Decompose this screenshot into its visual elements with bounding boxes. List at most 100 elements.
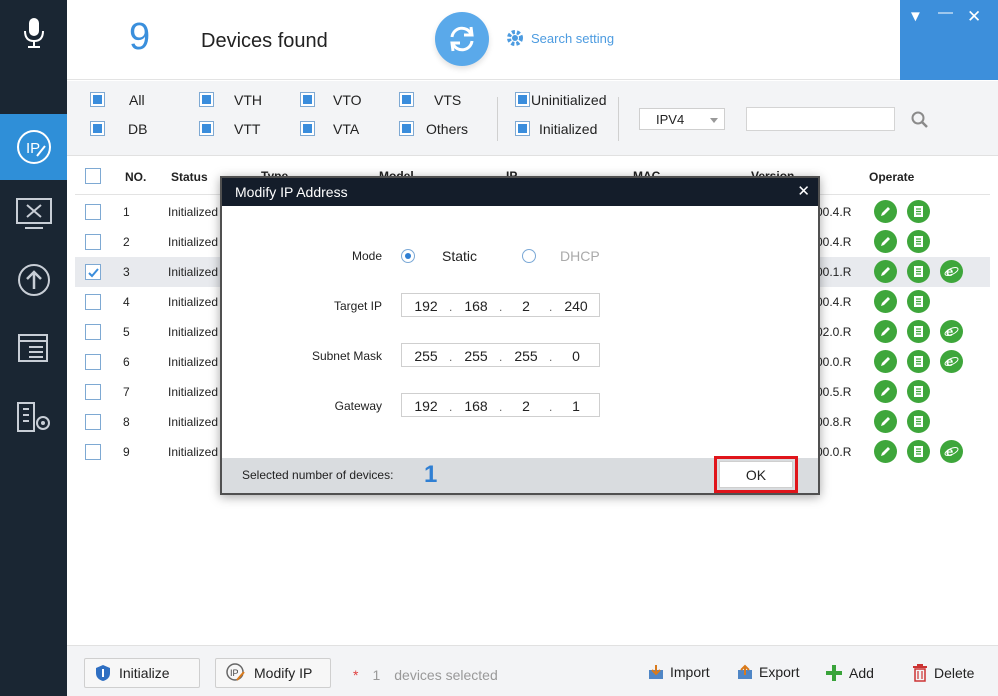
filter-vth-checkbox[interactable] <box>199 92 214 107</box>
edit-device-button[interactable] <box>874 410 897 433</box>
select-all-checkbox[interactable] <box>85 168 101 184</box>
filter-uninitialized-checkbox[interactable] <box>515 92 530 107</box>
row-checkbox[interactable] <box>85 204 101 220</box>
row-checkbox[interactable] <box>85 324 101 340</box>
device-details-button[interactable] <box>907 260 930 283</box>
filter-vtt-checkbox[interactable] <box>199 121 214 136</box>
ip-octet[interactable]: 168 <box>456 398 496 414</box>
gateway-field[interactable]: 192. 168. 2. 1 <box>401 393 600 417</box>
ip-octet[interactable]: 2 <box>506 398 546 414</box>
document-icon <box>914 266 923 277</box>
minimize-icon[interactable]: — <box>938 4 953 21</box>
filter-initialized-checkbox[interactable] <box>515 121 530 136</box>
device-details-button[interactable] <box>907 290 930 313</box>
row-no: 3 <box>123 265 130 279</box>
search-setting-label: Search setting <box>531 30 615 46</box>
ip-octet[interactable]: 192 <box>406 398 446 414</box>
upload-icon <box>17 264 50 296</box>
row-status: Initialized <box>168 385 219 399</box>
close-icon[interactable]: ✕ <box>967 7 981 27</box>
filter-others-checkbox[interactable] <box>399 121 414 136</box>
dialog-close-icon[interactable]: ✕ <box>797 182 810 200</box>
voice-tool-button[interactable] <box>0 0 67 66</box>
refresh-button[interactable] <box>435 12 489 66</box>
filter-vto-checkbox[interactable] <box>300 92 315 107</box>
row-version: 00.5.R <box>816 385 852 399</box>
search-icon[interactable] <box>910 110 930 130</box>
filter-vta-checkbox[interactable] <box>300 121 315 136</box>
export-button[interactable]: Export <box>737 664 799 680</box>
initialize-button[interactable]: Initialize <box>84 658 200 688</box>
device-details-button[interactable] <box>907 230 930 253</box>
ip-octet[interactable]: 1 <box>556 398 596 414</box>
ip-octet[interactable]: 2 <box>506 298 546 314</box>
edit-device-button[interactable] <box>874 320 897 343</box>
row-status: Initialized <box>168 445 219 459</box>
ok-button[interactable]: OK <box>719 461 793 488</box>
row-checkbox[interactable] <box>85 294 101 310</box>
menu-down-icon[interactable]: ▼ <box>908 8 923 25</box>
row-checkbox[interactable] <box>85 354 101 370</box>
filter-all-checkbox[interactable] <box>90 92 105 107</box>
row-status: Initialized <box>168 325 219 339</box>
device-config-button[interactable] <box>0 384 67 450</box>
search-setting-link[interactable]: Search setting <box>505 28 614 48</box>
target-ip-field[interactable]: 192. 168. 2. 240 <box>401 293 600 317</box>
delete-button[interactable]: Delete <box>912 664 974 682</box>
browser-icon: e <box>944 444 959 459</box>
modify-ip-button[interactable]: IP Modify IP <box>215 658 331 688</box>
search-input[interactable] <box>746 107 895 131</box>
row-checkbox[interactable] <box>85 384 101 400</box>
edit-device-button[interactable] <box>874 260 897 283</box>
row-no: 8 <box>123 415 130 429</box>
system-settings-button[interactable] <box>0 181 67 247</box>
edit-device-button[interactable] <box>874 230 897 253</box>
open-web-button[interactable]: e <box>940 260 963 283</box>
device-details-button[interactable] <box>907 350 930 373</box>
open-web-button[interactable]: e <box>940 440 963 463</box>
ip-octet[interactable]: 255 <box>456 348 496 364</box>
edit-device-button[interactable] <box>874 380 897 403</box>
device-details-button[interactable] <box>907 440 930 463</box>
filter-vts-checkbox[interactable] <box>399 92 414 107</box>
ip-octet[interactable]: 255 <box>506 348 546 364</box>
device-details-button[interactable] <box>907 410 930 433</box>
mode-dhcp-radio[interactable] <box>522 249 536 263</box>
edit-device-button[interactable] <box>874 290 897 313</box>
filter-vta-label: VTA <box>333 121 360 137</box>
ip-version-select[interactable]: IPV4 <box>639 108 725 130</box>
row-checkbox[interactable] <box>85 234 101 250</box>
row-checkbox[interactable] <box>85 444 101 460</box>
row-checkbox[interactable] <box>85 264 101 280</box>
open-web-button[interactable]: e <box>940 350 963 373</box>
import-button[interactable]: Import <box>648 664 710 680</box>
edit-icon <box>881 237 890 246</box>
config-list-button[interactable] <box>0 315 67 381</box>
device-details-button[interactable] <box>907 320 930 343</box>
ip-octet[interactable]: 168 <box>456 298 496 314</box>
edit-icon <box>881 447 890 456</box>
gateway-label: Gateway <box>334 399 382 413</box>
device-details-button[interactable] <box>907 380 930 403</box>
row-checkbox[interactable] <box>85 414 101 430</box>
ip-tool-button[interactable]: IP <box>0 114 67 180</box>
subnet-mask-field[interactable]: 255. 255. 255. 0 <box>401 343 600 367</box>
open-web-button[interactable]: e <box>940 320 963 343</box>
ip-octet[interactable]: 240 <box>556 298 596 314</box>
document-icon <box>914 236 923 247</box>
ip-octet[interactable]: 0 <box>556 348 596 364</box>
upgrade-button[interactable] <box>0 247 67 313</box>
add-button[interactable]: Add <box>825 664 874 682</box>
row-no: 9 <box>123 445 130 459</box>
selected-devices-label: Selected number of devices: <box>242 468 394 482</box>
ip-octet[interactable]: 192 <box>406 298 446 314</box>
mode-static-radio[interactable] <box>401 249 415 263</box>
device-details-button[interactable] <box>907 200 930 223</box>
ip-octet[interactable]: 255 <box>406 348 446 364</box>
add-label: Add <box>849 665 874 681</box>
edit-device-button[interactable] <box>874 200 897 223</box>
edit-device-button[interactable] <box>874 350 897 373</box>
document-icon <box>914 446 923 457</box>
filter-db-checkbox[interactable] <box>90 121 105 136</box>
edit-device-button[interactable] <box>874 440 897 463</box>
